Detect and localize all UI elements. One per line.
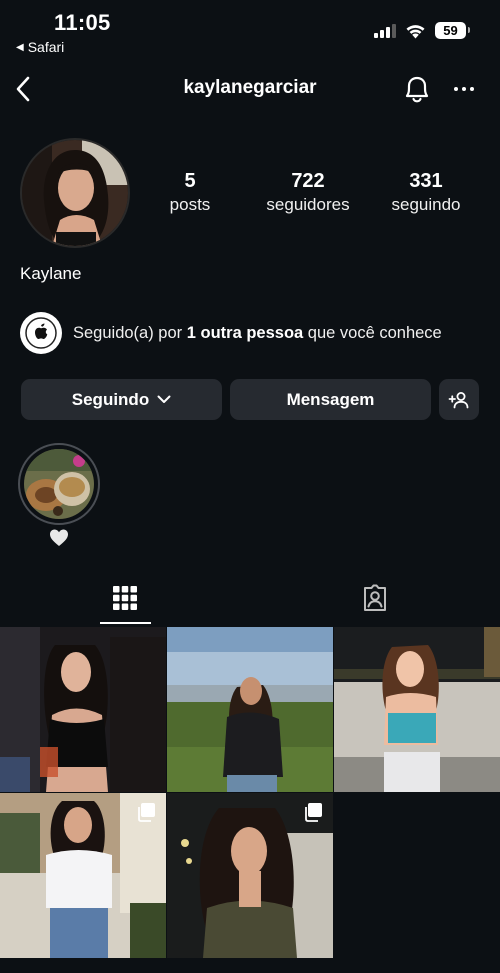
more-options-button[interactable] bbox=[449, 76, 479, 102]
mutual-prefix: Seguido(a) por bbox=[73, 323, 187, 342]
heart-icon bbox=[50, 529, 68, 546]
post-thumbnail[interactable] bbox=[334, 627, 500, 792]
tab-tagged[interactable] bbox=[250, 570, 500, 626]
followers-count: 722 bbox=[291, 170, 325, 192]
back-triangle-icon: ◀ bbox=[16, 41, 24, 53]
story-highlight[interactable] bbox=[18, 443, 100, 525]
more-dot bbox=[462, 87, 466, 91]
followers-label: seguidores bbox=[266, 195, 350, 214]
tab-posts-grid[interactable] bbox=[0, 570, 250, 626]
following-button-label: Seguindo bbox=[71, 389, 150, 409]
back-to-safari-link[interactable]: ◀ Safari bbox=[16, 39, 64, 55]
post-thumbnail[interactable] bbox=[0, 627, 166, 792]
multiple-photos-icon bbox=[305, 803, 322, 822]
apple-logo-icon bbox=[25, 317, 57, 349]
profile-display-name: Kaylane bbox=[20, 264, 82, 283]
active-tab-indicator bbox=[100, 622, 151, 624]
posts-count: 5 bbox=[184, 170, 196, 192]
post-thumbnail[interactable] bbox=[167, 627, 333, 792]
tagged-person-icon bbox=[364, 584, 386, 611]
suggested-users-button[interactable] bbox=[439, 379, 479, 420]
mutual-suffix: que você conhece bbox=[303, 323, 442, 342]
highlight-cover bbox=[24, 449, 94, 519]
add-person-icon bbox=[448, 391, 469, 408]
following-count: 331 bbox=[409, 170, 443, 192]
wifi-icon bbox=[406, 24, 425, 38]
message-button-label: Mensagem bbox=[286, 389, 375, 409]
post-thumbnail[interactable] bbox=[0, 793, 166, 958]
following-stat[interactable]: 331 seguindo bbox=[381, 170, 471, 215]
posts-stat[interactable]: 5 posts bbox=[160, 170, 220, 215]
grid-icon bbox=[113, 586, 137, 610]
profile-tabs bbox=[0, 570, 500, 626]
chevron-down-icon bbox=[157, 395, 171, 403]
bell-icon bbox=[405, 76, 429, 103]
following-label: seguindo bbox=[391, 195, 461, 214]
more-dot bbox=[470, 87, 474, 91]
status-time: 11:05 bbox=[54, 10, 111, 35]
mutual-follower-avatar bbox=[20, 312, 62, 354]
cellular-signal-icon bbox=[374, 23, 396, 38]
profile-header: kaylanegarciar bbox=[0, 68, 500, 110]
multiple-photos-icon bbox=[138, 803, 155, 822]
following-button[interactable]: Seguindo bbox=[21, 379, 222, 420]
more-dot bbox=[454, 87, 458, 91]
status-indicators: 59 bbox=[374, 22, 470, 39]
posts-label: posts bbox=[169, 195, 211, 214]
avatar-photo bbox=[22, 140, 128, 246]
notifications-button[interactable] bbox=[401, 72, 433, 106]
followers-stat[interactable]: 722 seguidores bbox=[258, 170, 358, 215]
mutual-followers-text: Seguido(a) por 1 outra pessoa que você c… bbox=[73, 322, 442, 345]
profile-avatar[interactable] bbox=[20, 138, 130, 248]
message-button[interactable]: Mensagem bbox=[230, 379, 431, 420]
status-bar: 11:05 ◀ Safari 59 bbox=[0, 0, 500, 58]
mutual-followers[interactable]: Seguido(a) por 1 outra pessoa que você c… bbox=[20, 312, 460, 354]
battery-icon: 59 bbox=[435, 22, 470, 39]
back-app-label: Safari bbox=[27, 39, 65, 55]
mutual-count: 1 outra pessoa bbox=[186, 323, 304, 342]
post-thumbnail[interactable] bbox=[167, 793, 333, 958]
